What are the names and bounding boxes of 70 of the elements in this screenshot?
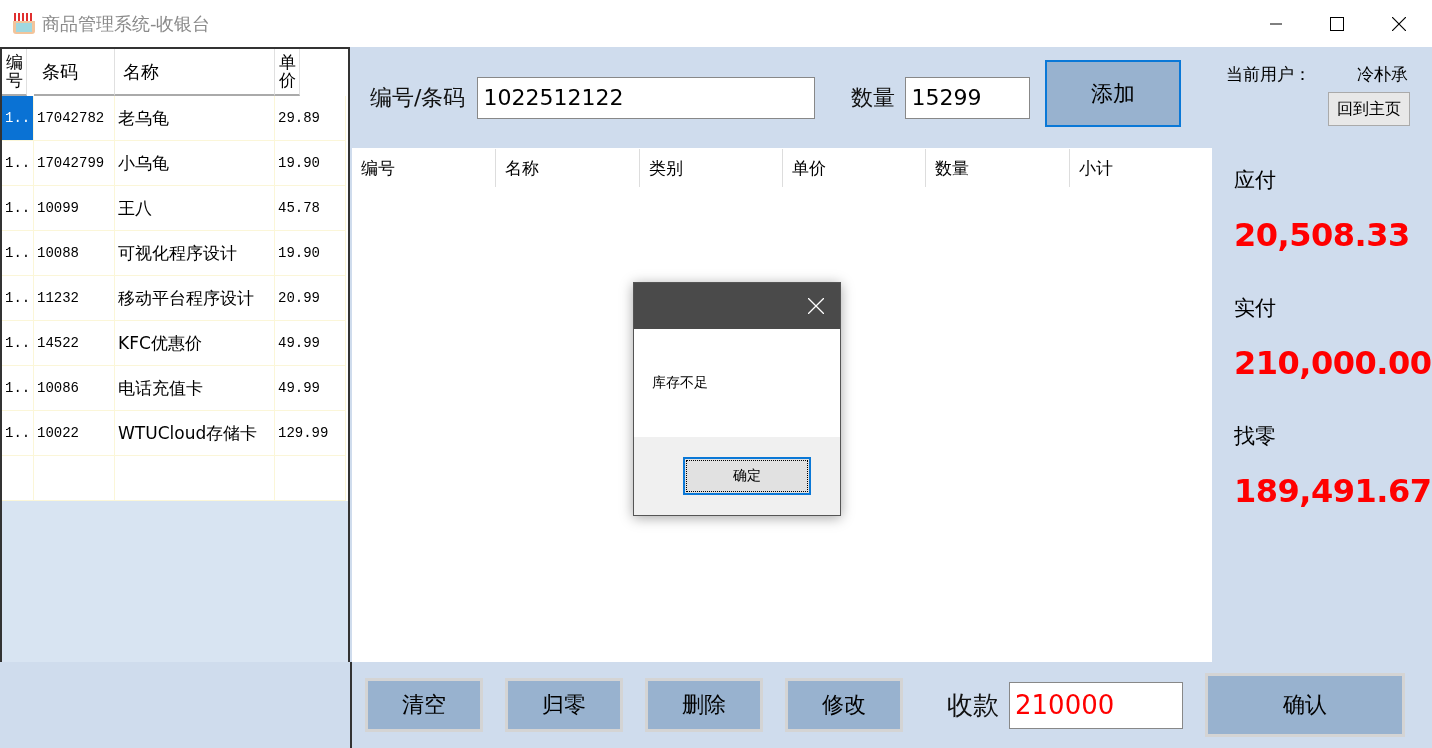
- action-button[interactable]: 修改: [785, 678, 903, 732]
- home-button[interactable]: 回到主页: [1328, 92, 1410, 126]
- table-cell[interactable]: 1..: [2, 366, 34, 411]
- table-cell[interactable]: 129.99: [275, 411, 346, 456]
- close-icon[interactable]: [1392, 16, 1406, 31]
- confirm-button[interactable]: 确认: [1205, 673, 1405, 737]
- table-cell[interactable]: 29.89: [275, 96, 346, 141]
- user-name: 冷朴承: [1357, 63, 1408, 86]
- action-button[interactable]: 清空: [365, 678, 483, 732]
- column-header: 数量: [925, 149, 1069, 187]
- table-cell[interactable]: 电话充值卡: [115, 366, 275, 411]
- table-cell[interactable]: 11232: [34, 276, 115, 321]
- code-label: 编号/条码: [370, 83, 466, 112]
- table-cell[interactable]: 1..: [2, 411, 34, 456]
- quantity-label: 数量: [851, 83, 896, 112]
- total-value: 20,508.33: [1234, 216, 1411, 254]
- quantity-input[interactable]: 15299: [905, 76, 1031, 119]
- total-label: 应付: [1234, 167, 1277, 194]
- table-cell[interactable]: 19.90: [275, 231, 346, 276]
- table-cell[interactable]: 49.99: [275, 321, 346, 366]
- table-cell[interactable]: 可视化程序设计: [115, 231, 275, 276]
- total-label: 找零: [1234, 423, 1277, 450]
- action-button[interactable]: 归零: [505, 678, 623, 732]
- add-button[interactable]: 添加: [1045, 60, 1182, 127]
- table-cell[interactable]: 王八: [115, 186, 275, 231]
- table-cell[interactable]: 10099: [34, 186, 115, 231]
- table-cell[interactable]: 老乌龟: [115, 96, 275, 141]
- table-cell[interactable]: 1..: [2, 321, 34, 366]
- table-cell[interactable]: 17042782: [34, 96, 115, 141]
- column-header: 编号: [360, 156, 396, 180]
- ok-button[interactable]: 确定: [683, 457, 811, 495]
- payment-input[interactable]: 210000: [1009, 681, 1183, 729]
- table-cell[interactable]: 1..: [2, 276, 34, 321]
- empty-cell: [2, 456, 34, 501]
- table-cell[interactable]: 20.99: [275, 276, 346, 321]
- table-cell[interactable]: 14522: [34, 321, 115, 366]
- table-cell[interactable]: 19.90: [275, 141, 346, 186]
- table-cell[interactable]: 1..: [2, 141, 34, 186]
- current-user-label: 当前用户：: [1226, 63, 1311, 86]
- column-header: 名称: [495, 149, 639, 187]
- table-cell[interactable]: 1..: [2, 96, 34, 141]
- table-cell[interactable]: 49.99: [275, 366, 346, 411]
- dialog-message: 库存不足: [652, 374, 708, 392]
- table-cell[interactable]: 移动平台程序设计: [115, 276, 275, 321]
- column-header: 名称: [115, 49, 275, 96]
- table-cell[interactable]: 10086: [34, 366, 115, 411]
- table-cell[interactable]: 1..: [2, 186, 34, 231]
- window-title: 商品管理系统-收银台: [42, 11, 211, 36]
- total-label: 实付: [1234, 295, 1277, 322]
- empty-cell: [275, 456, 346, 501]
- table-cell[interactable]: 小乌龟: [115, 141, 275, 186]
- table-cell[interactable]: 45.78: [275, 186, 346, 231]
- table-cell[interactable]: 1..: [2, 231, 34, 276]
- shop-icon: [12, 11, 36, 36]
- table-cell[interactable]: KFC优惠价: [115, 321, 275, 366]
- column-header: 单价: [275, 49, 301, 96]
- code-input[interactable]: 1022512122: [477, 76, 816, 119]
- table-cell[interactable]: WTUCloud存储卡: [115, 411, 275, 456]
- table-cell[interactable]: 10022: [34, 411, 115, 456]
- action-button[interactable]: 删除: [645, 678, 763, 732]
- column-header: 条码: [34, 49, 115, 96]
- column-header: 单价: [782, 149, 926, 187]
- total-value: 210,000.00: [1234, 344, 1432, 382]
- column-header: 小计: [1068, 149, 1212, 187]
- column-header: 类别: [638, 149, 782, 187]
- table-cell[interactable]: 10088: [34, 231, 115, 276]
- total-value: 189,491.67: [1234, 472, 1432, 510]
- payment-label: 收款: [947, 688, 999, 722]
- maximize-icon[interactable]: [1330, 16, 1344, 31]
- table-cell[interactable]: 17042799: [34, 141, 115, 186]
